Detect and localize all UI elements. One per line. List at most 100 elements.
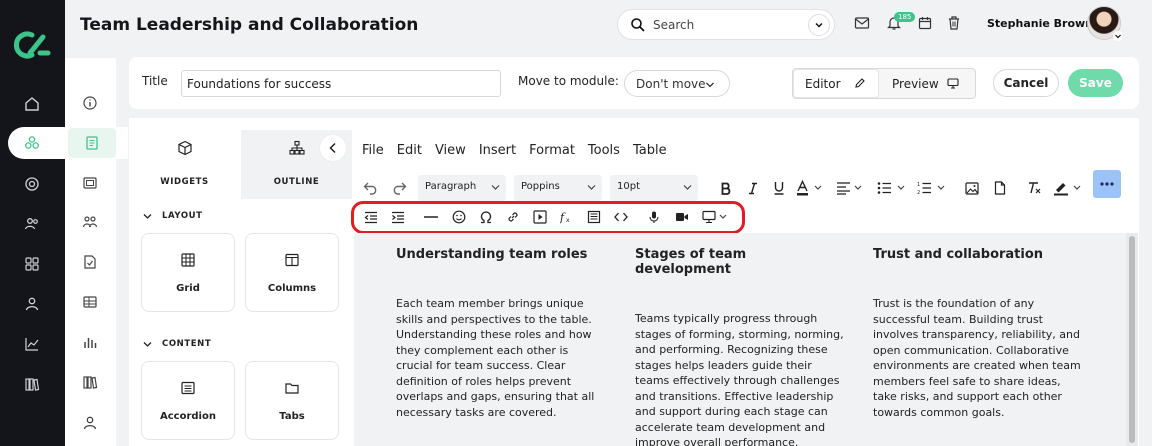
highlight-color-icon[interactable]	[1050, 174, 1090, 202]
svg-text:1: 1	[917, 182, 920, 188]
tab-outline-label: OUTLINE	[273, 177, 320, 187]
clear-formatting-icon[interactable]	[1024, 174, 1046, 202]
menu-tools[interactable]: Tools	[588, 143, 620, 158]
info-icon[interactable]	[78, 91, 102, 115]
document-icon[interactable]	[990, 174, 1010, 202]
table-icon[interactable]	[78, 290, 102, 314]
columns-widget-card[interactable]: Columns	[245, 233, 339, 312]
calendar-icon[interactable]	[916, 14, 934, 32]
menu-insert[interactable]: Insert	[479, 143, 516, 158]
editor-content-area[interactable]: Understanding team roles Each team membe…	[354, 233, 1129, 446]
rich-text-editor: File Edit View Insert Format Tools Table…	[351, 130, 1139, 446]
block-format-value: Paragraph	[425, 181, 477, 192]
column-body: Each team member brings unique skills an…	[396, 297, 595, 419]
layout-section-title: LAYOUT	[162, 211, 203, 221]
group-icon[interactable]	[78, 210, 102, 234]
menu-file[interactable]: File	[362, 143, 384, 158]
users-icon[interactable]	[20, 212, 44, 236]
menu-view[interactable]: View	[435, 143, 466, 158]
cancel-button[interactable]: Cancel	[993, 69, 1059, 97]
reports-icon[interactable]	[78, 330, 102, 354]
column-body: Teams typically progress through stages …	[635, 312, 844, 446]
undo-icon[interactable]	[360, 174, 382, 202]
image-icon[interactable]	[962, 174, 982, 202]
bullet-list-icon[interactable]	[874, 174, 914, 202]
chevron-left-icon	[328, 142, 338, 154]
page-title: Team Leadership and Collaboration	[80, 15, 419, 35]
chevron-down-icon	[683, 184, 692, 191]
font-family-select[interactable]: Poppins	[514, 175, 602, 201]
courses-icon[interactable]	[20, 131, 44, 155]
bold-icon[interactable]	[716, 174, 736, 202]
target-icon[interactable]	[20, 172, 44, 196]
accordion-widget-label: Accordion	[160, 411, 216, 422]
profile-icon[interactable]	[20, 292, 44, 316]
widgets-panel: WIDGETS OUTLINE LAYOUT Grid Columns CONT…	[129, 118, 353, 446]
toolbar-highlight-ring	[351, 201, 745, 234]
editor-scrollbar[interactable]	[1126, 233, 1138, 446]
tab-widgets[interactable]: WIDGETS	[129, 130, 240, 199]
tabs-widget-card[interactable]: Tabs	[245, 361, 339, 440]
home-icon[interactable]	[20, 92, 44, 116]
books-icon[interactable]	[78, 370, 102, 394]
app-logo-icon[interactable]	[10, 28, 54, 62]
search-box[interactable]: Search	[617, 9, 835, 40]
accordion-icon	[181, 381, 195, 395]
user-name[interactable]: Stephanie Brown	[987, 17, 1093, 30]
align-icon[interactable]	[834, 174, 870, 202]
layout-section-header[interactable]: LAYOUT	[143, 211, 203, 221]
chevron-down-icon	[143, 213, 152, 220]
column-heading: Trust and collaboration	[873, 247, 1044, 262]
preview-mode-button[interactable]: Preview	[889, 70, 973, 97]
move-to-module-select[interactable]: Don't move	[624, 70, 730, 97]
column-1: Understanding team roles Each team membe…	[396, 247, 606, 420]
italic-icon[interactable]	[743, 174, 763, 202]
notification-count-badge: 185	[894, 12, 916, 22]
chevron-down-icon[interactable]	[808, 14, 830, 36]
menu-format[interactable]: Format	[529, 143, 575, 158]
quiz-icon[interactable]	[78, 250, 102, 274]
column-body: Trust is the foundation of any successfu…	[873, 297, 1081, 419]
column-2: Stages of team development Teams typical…	[635, 247, 845, 446]
text-color-icon[interactable]	[794, 174, 830, 202]
more-options-button[interactable]	[1093, 170, 1121, 198]
underline-icon[interactable]	[769, 174, 789, 202]
analytics-icon[interactable]	[20, 332, 44, 356]
media-icon[interactable]	[78, 171, 102, 195]
column-heading: Stages of team development	[635, 247, 747, 277]
font-size-value: 10pt	[617, 181, 640, 192]
grid-widget-card[interactable]: Grid	[141, 233, 235, 312]
title-input[interactable]: Foundations for success	[181, 70, 501, 97]
menu-table[interactable]: Table	[633, 143, 667, 158]
preview-mode-label: Preview	[892, 76, 939, 91]
trash-icon[interactable]	[945, 14, 963, 32]
person-icon[interactable]	[78, 411, 102, 435]
lesson-page-icon[interactable]	[68, 128, 116, 158]
search-input[interactable]: Search	[653, 18, 694, 32]
chevron-down-icon	[587, 184, 596, 191]
title-label: Title	[142, 74, 168, 88]
redo-icon[interactable]	[388, 174, 410, 202]
mail-icon[interactable]	[853, 14, 871, 32]
svg-text:2: 2	[917, 190, 920, 195]
block-format-select[interactable]: Paragraph	[418, 175, 506, 201]
content-section-header[interactable]: CONTENT	[143, 339, 211, 349]
pencil-icon	[854, 77, 866, 89]
move-to-module-label: Move to module:	[518, 74, 619, 88]
content-panel: WIDGETS OUTLINE LAYOUT Grid Columns CONT…	[129, 118, 1139, 446]
font-family-value: Poppins	[521, 181, 560, 192]
folder-icon	[285, 381, 299, 395]
save-button[interactable]: Save	[1068, 69, 1123, 97]
chevron-down-icon[interactable]	[1113, 31, 1123, 41]
library-icon[interactable]	[20, 372, 44, 396]
chevron-down-icon	[705, 81, 715, 89]
accordion-widget-card[interactable]: Accordion	[141, 361, 235, 440]
menu-edit[interactable]: Edit	[397, 143, 422, 158]
collapse-panel-button[interactable]	[320, 135, 346, 161]
font-size-select[interactable]: 10pt	[610, 175, 698, 201]
scrollbar-thumb[interactable]	[1129, 236, 1135, 443]
editor-mode-button[interactable]: Editor	[794, 70, 878, 97]
numbered-list-icon[interactable]: 12	[914, 174, 954, 202]
grid-widget-label: Grid	[176, 283, 200, 294]
apps-grid-icon[interactable]	[20, 252, 44, 276]
